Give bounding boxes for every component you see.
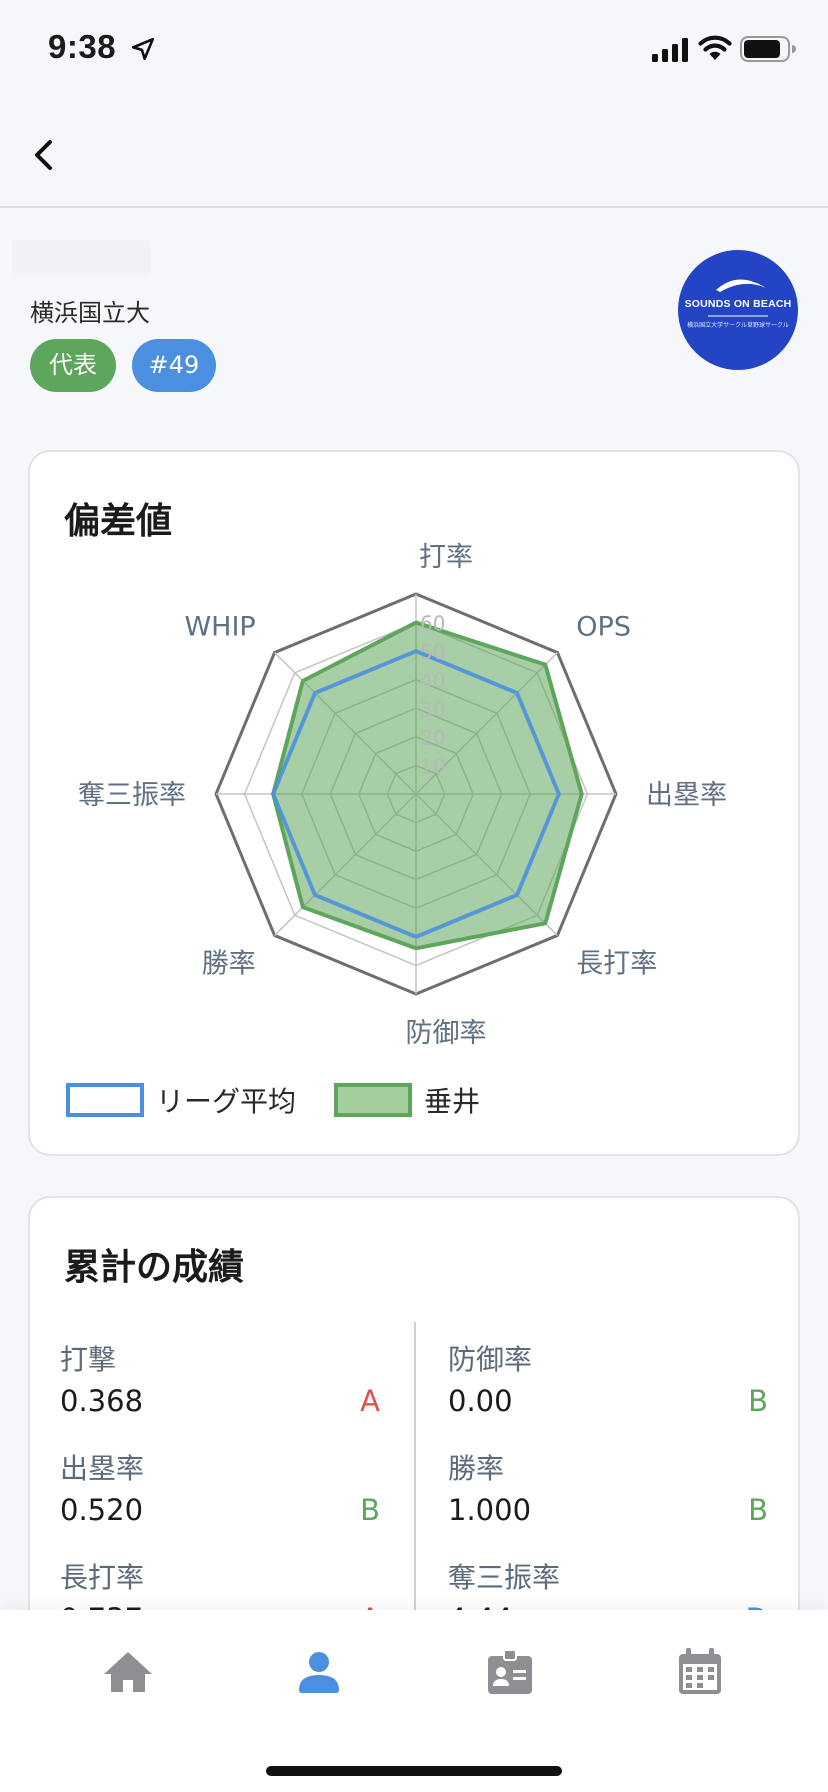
number-badge: #49 [132,339,216,392]
logo-subtext: 横浜国立大学サークル草野球サークル [687,322,789,329]
stat-obp: 出塁率 0.520 B [60,1447,380,1547]
location-arrow-icon [131,37,155,61]
stat-label: 奪三振率 [448,1561,561,1594]
radar-axis-label: 勝率 [202,948,256,979]
legend-label: 垂井 [424,1085,481,1118]
stat-label: 出塁率 [60,1452,145,1485]
radar-axis-label: 打率 [419,542,473,573]
logo-text: SOUNDS ON BEACH [684,298,792,310]
radar-tick-label: 20 [420,726,445,750]
radar-axis-label: 防御率 [406,1018,487,1049]
legend-item-player[interactable]: 垂井 [334,1080,480,1120]
logo-swoosh [708,279,768,317]
stat-era: 防御率 0.00 B [448,1338,768,1438]
wifi-icon [698,35,732,60]
radar-tick-label: 30 [420,697,445,721]
deviation-card: 偏差値 10 20 30 40 50 60 打率 OPS 出塁率 長打率 防御率 勝率 奪三振率 WHIP… [28,450,800,1156]
status-time: 9:38 [48,28,117,65]
radar-tick-label: 50 [420,640,445,664]
tab-bar [0,1610,828,1792]
chart-legend: リーグ平均 垂井 [66,1080,518,1120]
back-button[interactable] [28,128,78,182]
team-logo: SOUNDS ON BEACH 横浜国立大学サークル草野球サークル [678,250,798,370]
player-name-placeholder [12,240,150,276]
stat-batting: 打撃 0.368 A [60,1338,380,1438]
stat-value: 0.368 [60,1384,144,1418]
cumulative-stats-title: 累計の成績 [64,1247,245,1288]
status-bar: 9:38 [0,0,828,100]
id-card-icon[interactable] [480,1644,540,1700]
role-badge: 代表 [30,339,116,392]
legend-label: リーグ平均 [156,1085,297,1118]
stat-value: 0.520 [60,1493,144,1527]
chevron-left-icon [35,140,52,170]
signal-icon [652,38,688,62]
legend-swatch-league-avg [66,1083,144,1117]
team-name: 横浜国立大 [30,299,150,327]
stat-label: 打撃 [60,1343,117,1376]
home-icon[interactable] [98,1644,158,1700]
nav-bar [0,100,828,208]
stat-grade: B [748,1493,768,1527]
battery-icon [740,36,796,62]
radar-chart: 10 20 30 40 50 60 打率 OPS 出塁率長打率防御率 勝率 奪三振率 WHIP [78,542,727,1049]
radar-axis-label: OPS [576,612,631,643]
radar-axis-label: 長打率 [576,948,657,979]
radar-axis-label: 奪三振率 [78,780,186,811]
calendar-icon[interactable] [670,1644,730,1700]
stat-grade: A [360,1384,380,1418]
stat-win-rate: 勝率 1.000 B [448,1447,768,1547]
stat-grade: B [748,1384,768,1418]
stat-label: 長打率 [60,1561,145,1594]
home-indicator [266,1766,562,1776]
radar-axis-label: WHIP [184,612,255,643]
radar-axis-label: 出塁率 [646,780,727,811]
stat-value: 0.00 [448,1384,513,1418]
stat-grade: B [360,1493,380,1527]
legend-item-league-avg[interactable]: リーグ平均 [66,1080,296,1120]
stat-label: 防御率 [448,1343,533,1376]
stat-value: 1.000 [448,1493,532,1527]
radar-tick-label: 60 [420,612,445,636]
radar-tick-label: 40 [420,669,445,693]
legend-swatch-player [334,1083,413,1117]
person-icon[interactable] [289,1644,349,1700]
radar-tick-label: 10 [420,754,445,778]
stat-label: 勝率 [448,1452,505,1485]
